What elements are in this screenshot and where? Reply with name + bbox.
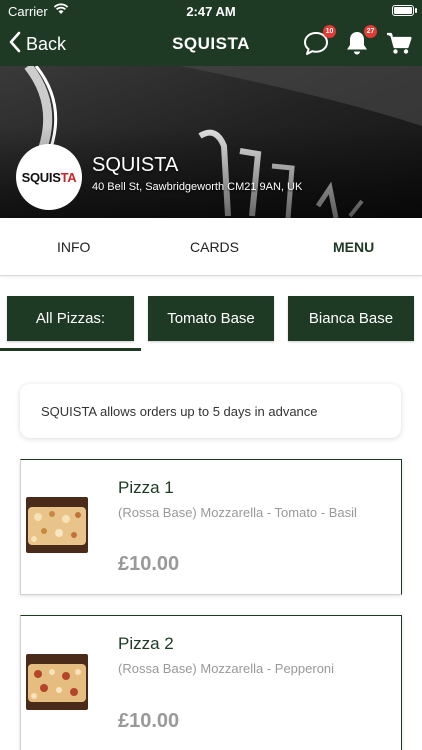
category-bianca-base[interactable]: Bianca Base: [288, 296, 414, 341]
product-image: [26, 654, 88, 710]
chat-button[interactable]: 10: [302, 25, 336, 61]
notifications-button[interactable]: 27: [343, 25, 377, 61]
cart-button[interactable]: [385, 29, 415, 59]
tab-cards[interactable]: CARDS: [190, 239, 239, 255]
back-label: Back: [26, 33, 67, 54]
product-description: (Rossa Base) Mozzarella - Pepperoni: [118, 661, 335, 676]
battery-icon: [392, 5, 417, 16]
navigation-bar: Back SQUISTA 10 27: [0, 22, 422, 66]
bell-icon: [343, 32, 371, 61]
product-card[interactable]: Pizza 2 (Rossa Base) Mozzarella - Pepper…: [20, 615, 402, 750]
category-tomato-base[interactable]: Tomato Base: [148, 296, 274, 341]
category-all-pizzas[interactable]: All Pizzas:: [7, 296, 134, 341]
product-card[interactable]: Pizza 1 (Rossa Base) Mozzarella - Tomato…: [20, 459, 402, 595]
product-name: Pizza 2: [118, 634, 174, 653]
product-name: Pizza 1: [118, 478, 174, 497]
back-button[interactable]: Back: [8, 30, 66, 58]
notification-badge: 27: [364, 25, 377, 38]
status-bar: Carrier 2:47 AM: [0, 0, 422, 22]
chat-icon: [302, 32, 330, 61]
restaurant-header: SQUISTA SQUISTA 40 Bell St, Sawbridgewor…: [0, 66, 422, 218]
chat-badge: 10: [323, 25, 336, 38]
clock: 2:47 AM: [186, 4, 236, 19]
product-description: (Rossa Base) Mozzarella - Tomato - Basil: [118, 505, 357, 520]
chevron-left-icon: [8, 31, 22, 58]
tab-info[interactable]: INFO: [57, 239, 90, 255]
section-tabs: INFO CARDS MENU: [0, 218, 422, 276]
restaurant-name: SQUISTA: [92, 154, 179, 176]
restaurant-logo: SQUISTA: [16, 144, 82, 210]
product-image: [26, 497, 88, 553]
tab-menu[interactable]: MENU: [333, 239, 374, 255]
restaurant-address: 40 Bell St, Sawbridgeworth CM21 9AN, UK: [92, 181, 303, 193]
product-price: £10.00: [118, 553, 180, 575]
advance-order-notice: SQUISTA allows orders up to 5 days in ad…: [20, 384, 401, 438]
cart-icon: [385, 32, 413, 61]
product-price: £10.00: [118, 710, 180, 732]
selected-category-indicator: [0, 348, 141, 351]
